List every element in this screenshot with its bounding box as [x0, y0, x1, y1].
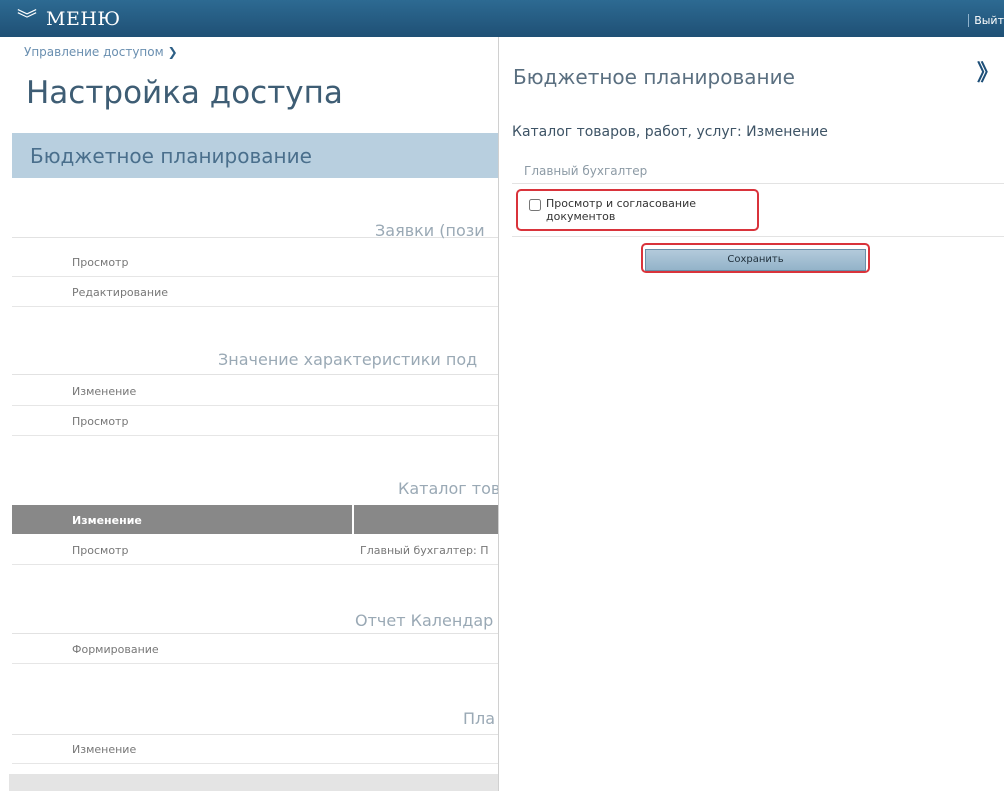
logout-link[interactable]: Выйт — [968, 14, 1004, 27]
table-row[interactable]: Изменение — [12, 734, 498, 764]
side-panel: Бюджетное планирование 》 Каталог товаров… — [498, 37, 1004, 791]
permission-row: Просмотр и согласование документов — [512, 185, 1004, 237]
breadcrumb[interactable]: Управление доступом ❯ — [24, 45, 178, 59]
row-value: Главный бухгалтер: П — [360, 544, 489, 557]
panel-subtitle: Каталог товаров, работ, услуг: Изменение — [512, 124, 828, 140]
panel-title: Бюджетное планирование — [513, 65, 795, 89]
footer-bar — [9, 774, 498, 791]
table-row[interactable]: Просмотр — [12, 247, 498, 277]
table-row[interactable]: Просмотр — [12, 406, 498, 436]
table-row[interactable]: Просмотр Главный бухгалтер: П — [12, 535, 498, 565]
group-title: Значение характеристики под — [218, 350, 478, 369]
save-highlight: Сохранить — [641, 243, 870, 273]
background-page: Управление доступом ❯ Настройка доступа Б… — [0, 37, 498, 791]
breadcrumb-chevron-icon: ❯ — [167, 45, 178, 59]
group-title: Заявки (пози — [375, 221, 485, 240]
group-title: Пла — [463, 709, 496, 728]
row-label: Редактирование — [72, 286, 168, 299]
section-banner: Бюджетное планирование — [12, 133, 498, 178]
double-chevron-right-icon[interactable]: 》 — [977, 55, 999, 87]
breadcrumb-link[interactable]: Управление доступом — [24, 45, 164, 59]
top-bar: ︾ МЕНЮ Выйт — [0, 0, 1004, 37]
row-label: Изменение — [72, 743, 137, 756]
row-label: Просмотр — [72, 544, 129, 557]
column-divider — [352, 505, 354, 534]
menu-label[interactable]: МЕНЮ — [46, 8, 121, 30]
row-label: Формирование — [72, 643, 159, 656]
row-label: Просмотр — [72, 256, 129, 269]
table-row[interactable]: Изменение — [12, 376, 498, 406]
page-title: Настройка доступа — [26, 75, 343, 111]
row-label: Изменение — [72, 514, 142, 527]
table-row[interactable]: Формирование — [12, 634, 498, 664]
left-strip — [0, 37, 9, 791]
section-title: Бюджетное планирование — [30, 143, 312, 168]
table-row[interactable]: Редактирование — [12, 277, 498, 307]
row-label: Просмотр — [72, 415, 129, 428]
divider — [12, 374, 498, 375]
role-label: Главный бухгалтер — [512, 156, 1004, 184]
save-button[interactable]: Сохранить — [645, 248, 866, 271]
group-title: Каталог тов — [398, 479, 498, 498]
group-title: Отчет Календар — [355, 611, 494, 630]
menu-chevron-icon[interactable]: ︾ — [14, 9, 40, 29]
permission-checkbox[interactable] — [529, 199, 541, 211]
permission-label[interactable]: Просмотр и согласование документов — [546, 197, 746, 223]
row-label: Изменение — [72, 385, 137, 398]
permission-highlight: Просмотр и согласование документов — [516, 189, 759, 231]
table-header-row[interactable]: Изменение — [12, 505, 498, 535]
